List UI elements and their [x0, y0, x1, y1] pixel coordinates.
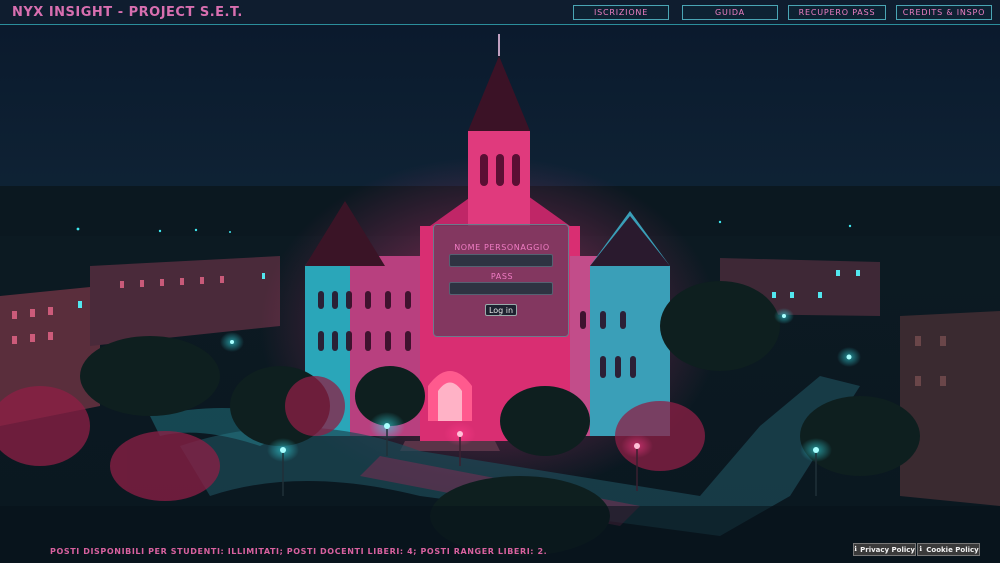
character-name-label: NOME PERSONAGGIO: [454, 243, 550, 252]
privacy-policy-button[interactable]: ℹ Privacy Policy: [853, 543, 916, 556]
nav-credits-inspo[interactable]: CREDITS & INSPO: [896, 5, 992, 20]
site-title: NYX INSIGHT - PROJECT S.E.T.: [12, 5, 243, 20]
character-name-input[interactable]: [449, 254, 553, 267]
pass-input[interactable]: [449, 282, 553, 295]
top-bar: NYX INSIGHT - PROJECT S.E.T. ISCRIZIONE …: [0, 0, 1000, 25]
cookie-policy-button[interactable]: ℹ Cookie Policy: [917, 543, 980, 556]
nav-recupero-pass[interactable]: RECUPERO PASS: [788, 5, 886, 20]
info-icon: ℹ: [854, 545, 857, 553]
availability-notice: POSTI DISPONIBILI PER STUDENTI: ILLIMITA…: [50, 547, 548, 556]
pass-label: PASS: [490, 272, 514, 281]
info-icon: ℹ: [919, 545, 923, 553]
cookie-policy-label: Cookie Policy: [926, 545, 979, 554]
nav-iscrizione[interactable]: ISCRIZIONE: [573, 5, 669, 20]
login-panel: NOME PERSONAGGIO PASS: [433, 224, 569, 337]
privacy-policy-label: Privacy Policy: [860, 545, 915, 554]
nav-guida[interactable]: GUIDA: [682, 5, 778, 20]
login-button[interactable]: Log in: [485, 304, 517, 316]
